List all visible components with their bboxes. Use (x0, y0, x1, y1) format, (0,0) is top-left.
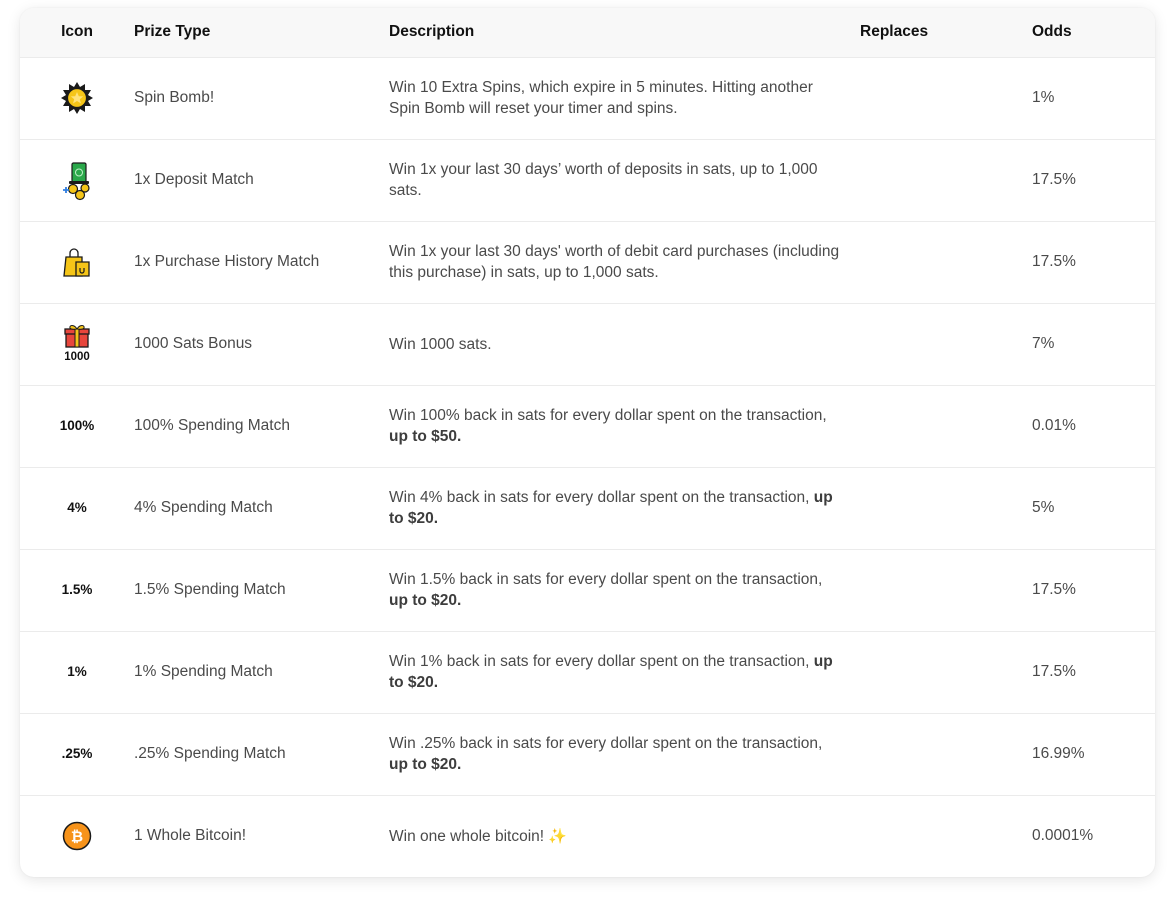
odds-cell: 0.01% (1032, 417, 1076, 434)
prize-type-cell: 1% Spending Match (134, 663, 273, 680)
header-description: Description (389, 23, 475, 41)
sparkle-icon: ✨ (548, 827, 568, 845)
prize-type-cell: .25% Spending Match (134, 745, 286, 762)
prize-table-card: Icon Prize Type Description Replaces Odd… (20, 8, 1155, 877)
replaces-cell (860, 57, 1032, 139)
odds-cell: 1% (1032, 89, 1055, 106)
percent-icon-text: 1% (67, 664, 87, 679)
prize-type-cell: 1x Deposit Match (134, 171, 254, 188)
description-cell: Win 4% back in sats for every dollar spe… (389, 489, 833, 527)
gift-icon-label: 1000 (64, 350, 90, 363)
replaces-cell (860, 795, 1032, 877)
header-icon: Icon (61, 23, 93, 41)
table-row: 1.5% 1.5% Spending Match Win 1.5% back i… (20, 549, 1155, 631)
table-row: 1% 1% Spending Match Win 1% back in sats… (20, 631, 1155, 713)
table-header-row: Icon Prize Type Description Replaces Odd… (20, 8, 1155, 57)
gift-icon (63, 324, 91, 352)
table-row: 1000 1000 Sats Bonus Win 1000 sats. 7% (20, 303, 1155, 385)
replaces-cell (860, 631, 1032, 713)
description-cell: Win 1000 sats. (389, 335, 492, 353)
odds-cell: 0.0001% (1032, 827, 1094, 845)
bitcoin-glyph: ₿ (71, 828, 83, 846)
deposit-match-icon (59, 162, 95, 201)
replaces-cell (860, 385, 1032, 467)
replaces-cell (860, 549, 1032, 631)
prize-table: Icon Prize Type Description Replaces Odd… (20, 8, 1155, 877)
prize-type-cell: 4% Spending Match (134, 499, 273, 516)
prize-type-cell: 1 Whole Bitcoin! (134, 827, 246, 845)
prize-type-cell: 1.5% Spending Match (134, 581, 286, 598)
odds-cell: 16.99% (1032, 745, 1085, 762)
table-row: 1x Deposit Match Win 1x your last 30 day… (20, 139, 1155, 221)
description-cell: Win 1.5% back in sats for every dollar s… (389, 571, 823, 609)
table-row: Spin Bomb! Win 10 Extra Spins, which exp… (20, 57, 1155, 139)
table-row: 1x Purchase History Match Win 1x your la… (20, 221, 1155, 303)
prize-type-cell: Spin Bomb! (134, 89, 215, 106)
description-cell: Win 1x your last 30 days’ worth of depos… (389, 161, 818, 199)
prize-type-cell: 1x Purchase History Match (134, 253, 320, 270)
replaces-cell (860, 221, 1032, 303)
header-prize-type: Prize Type (134, 23, 211, 41)
percent-icon-text: 4% (67, 500, 87, 515)
percent-icon-text: .25% (61, 746, 93, 761)
header-replaces: Replaces (860, 23, 929, 41)
description-cell: Win 1x your last 30 days' worth of debit… (389, 243, 840, 281)
prize-type-cell: 1000 Sats Bonus (134, 335, 253, 352)
description-cap: up to $50. (389, 428, 462, 445)
prize-type-cell: 100% Spending Match (134, 417, 290, 434)
replaces-cell (860, 139, 1032, 221)
odds-cell: 5% (1032, 499, 1055, 516)
odds-cell: 17.5% (1032, 663, 1076, 680)
bitcoin-icon: ₿ (59, 818, 95, 854)
percent-icon-text: 100% (59, 418, 95, 433)
replaces-cell (860, 713, 1032, 795)
odds-cell: 17.5% (1032, 581, 1076, 598)
replaces-cell (860, 467, 1032, 549)
description-cap: up to $20. (389, 592, 462, 609)
percent-icon-text: 1.5% (61, 582, 93, 597)
table-row: 4% 4% Spending Match Win 4% back in sats… (20, 467, 1155, 549)
odds-cell: 7% (1032, 335, 1055, 352)
odds-cell: 17.5% (1032, 171, 1076, 188)
replaces-cell (860, 303, 1032, 385)
table-row: .25% .25% Spending Match Win .25% back i… (20, 713, 1155, 795)
description-cell: Win one whole bitcoin! ✨ (389, 827, 568, 845)
spin-bomb-icon (59, 80, 95, 116)
description-cell: Win 100% back in sats for every dollar s… (389, 407, 827, 445)
description-cell: Win 1% back in sats for every dollar spe… (389, 653, 833, 691)
shopping-bags-icon (59, 244, 95, 280)
odds-cell: 17.5% (1032, 253, 1076, 270)
description-cell: Win 10 Extra Spins, which expire in 5 mi… (389, 79, 813, 117)
description-cap: up to $20. (389, 756, 462, 773)
table-row: ₿ 1 Whole Bitcoin! Win one whole bitcoin… (20, 795, 1155, 877)
table-row: 100% 100% Spending Match Win 100% back i… (20, 385, 1155, 467)
description-cell: Win .25% back in sats for every dollar s… (389, 735, 823, 773)
header-odds: Odds (1032, 23, 1072, 41)
